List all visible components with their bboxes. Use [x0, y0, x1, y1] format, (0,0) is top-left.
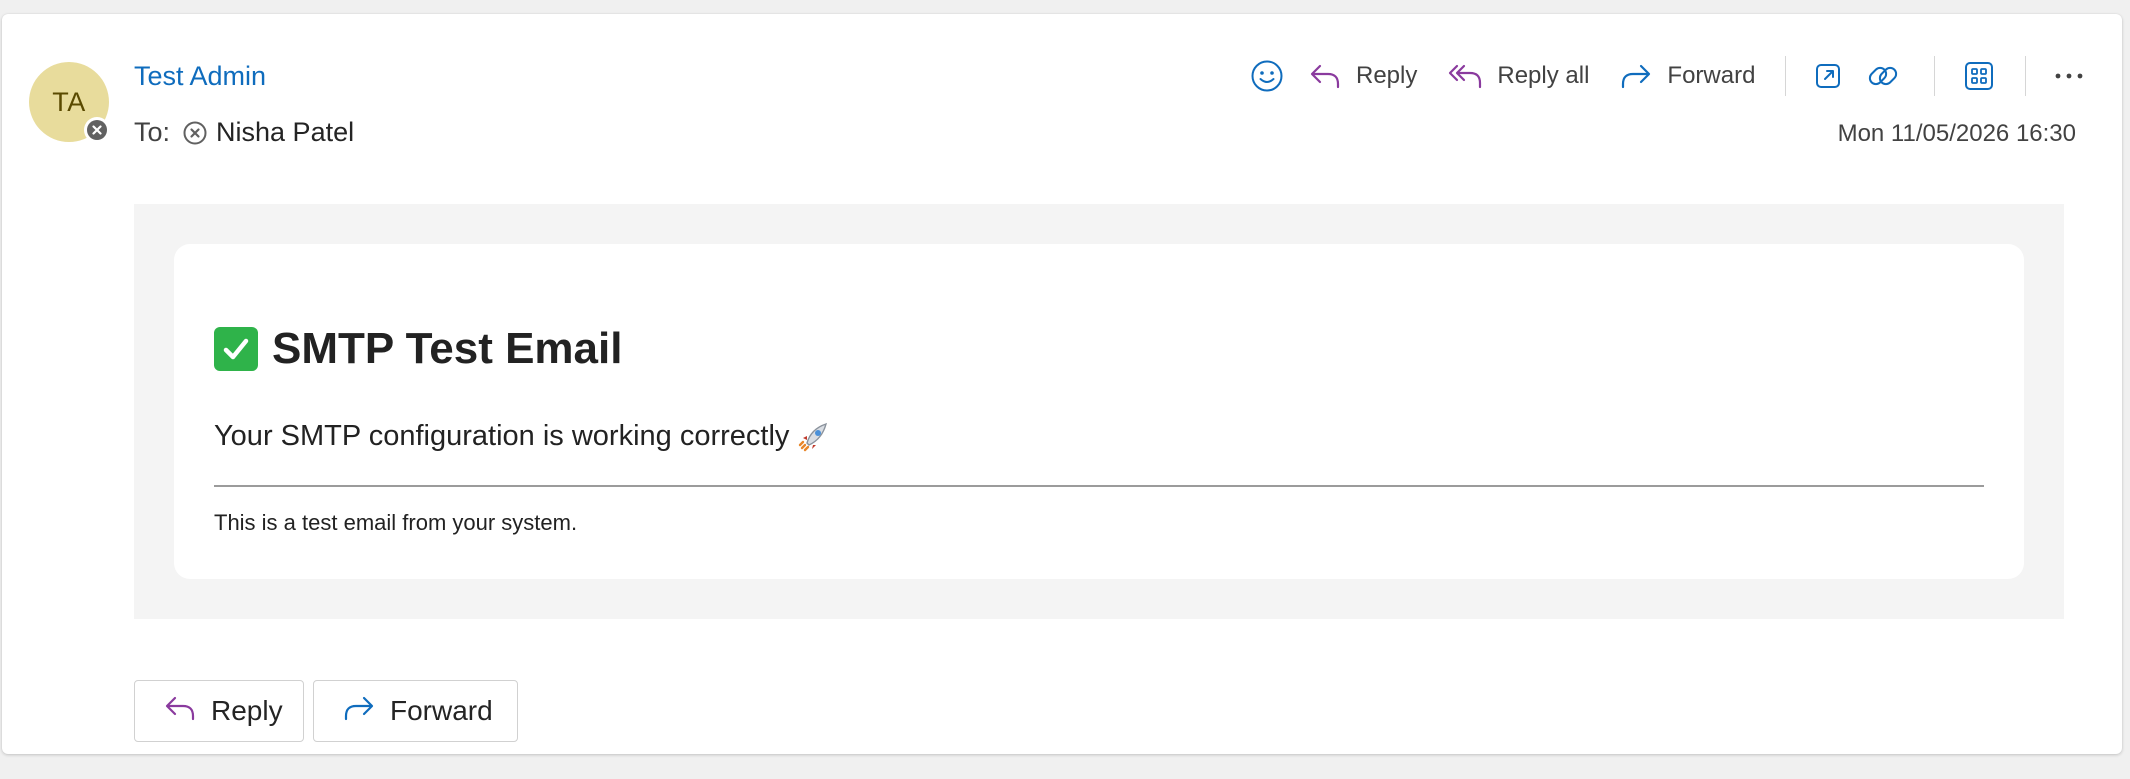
forward-bottom-label: Forward [390, 695, 493, 726]
email-footnote: This is a test email from your system. [214, 510, 578, 535]
smiley-icon [1250, 59, 1284, 93]
forward-button[interactable]: Forward [1619, 54, 1755, 98]
reply-label: Reply [1356, 62, 1418, 89]
immersive-reader-icon [1866, 59, 1900, 93]
toolbar-divider [1934, 56, 1936, 96]
recipient-unknown-icon [182, 120, 208, 146]
sender-name[interactable]: Test Admin [134, 61, 266, 92]
immersive-reader-button[interactable] [1866, 54, 1900, 98]
to-label: To: [134, 117, 171, 147]
reply-bottom-label: Reply [211, 695, 283, 726]
message-body: SMTP Test Email Your SMTP configuration … [134, 204, 2064, 619]
open-in-new-window-icon [1812, 60, 1844, 92]
email-body-line: Your SMTP configuration is working corre… [214, 419, 831, 453]
toolbar-divider [2025, 56, 2027, 96]
check-mark-icon [214, 327, 258, 371]
apps-button[interactable] [1963, 54, 1995, 98]
recipient-name[interactable]: Nisha Patel [216, 117, 354, 148]
recipients-line: To: Nisha Patel [134, 117, 354, 148]
rocket-icon [797, 419, 831, 453]
avatar-initials: TA [52, 86, 86, 117]
presence-offline-icon [84, 117, 110, 143]
reply-all-icon [1447, 62, 1483, 90]
toolbar-divider [1785, 56, 1787, 96]
email-content-card: SMTP Test Email Your SMTP configuration … [174, 244, 2024, 579]
email-body-text: Your SMTP configuration is working corre… [214, 419, 790, 452]
forward-icon [342, 694, 390, 729]
email-headline-text: SMTP Test Email [272, 324, 623, 373]
email-headline: SMTP Test Email [214, 324, 622, 374]
reply-button[interactable]: Reply [1308, 54, 1417, 98]
received-timestamp: Mon 11/05/2026 16:30 [1837, 120, 2076, 147]
react-button[interactable] [1250, 54, 1284, 98]
reply-bottom-button[interactable]: Reply [134, 680, 304, 742]
message-toolbar: Reply Reply all Forward [1250, 54, 2084, 98]
open-in-new-window-button[interactable] [1812, 54, 1844, 98]
forward-bottom-button[interactable]: Forward [313, 680, 518, 742]
forward-label: Forward [1667, 62, 1756, 89]
more-actions-button[interactable] [2054, 54, 2084, 98]
reply-icon [163, 694, 211, 729]
reply-all-label: Reply all [1497, 62, 1590, 89]
reply-all-button[interactable]: Reply all [1447, 54, 1589, 98]
message-card: TA Test Admin To: Nisha Patel Mon 11/05/… [2, 14, 2122, 754]
apps-icon [1963, 60, 1995, 92]
forward-icon [1619, 62, 1653, 90]
content-divider [214, 485, 1984, 487]
reply-icon [1308, 62, 1342, 90]
more-icon [2054, 71, 2084, 81]
